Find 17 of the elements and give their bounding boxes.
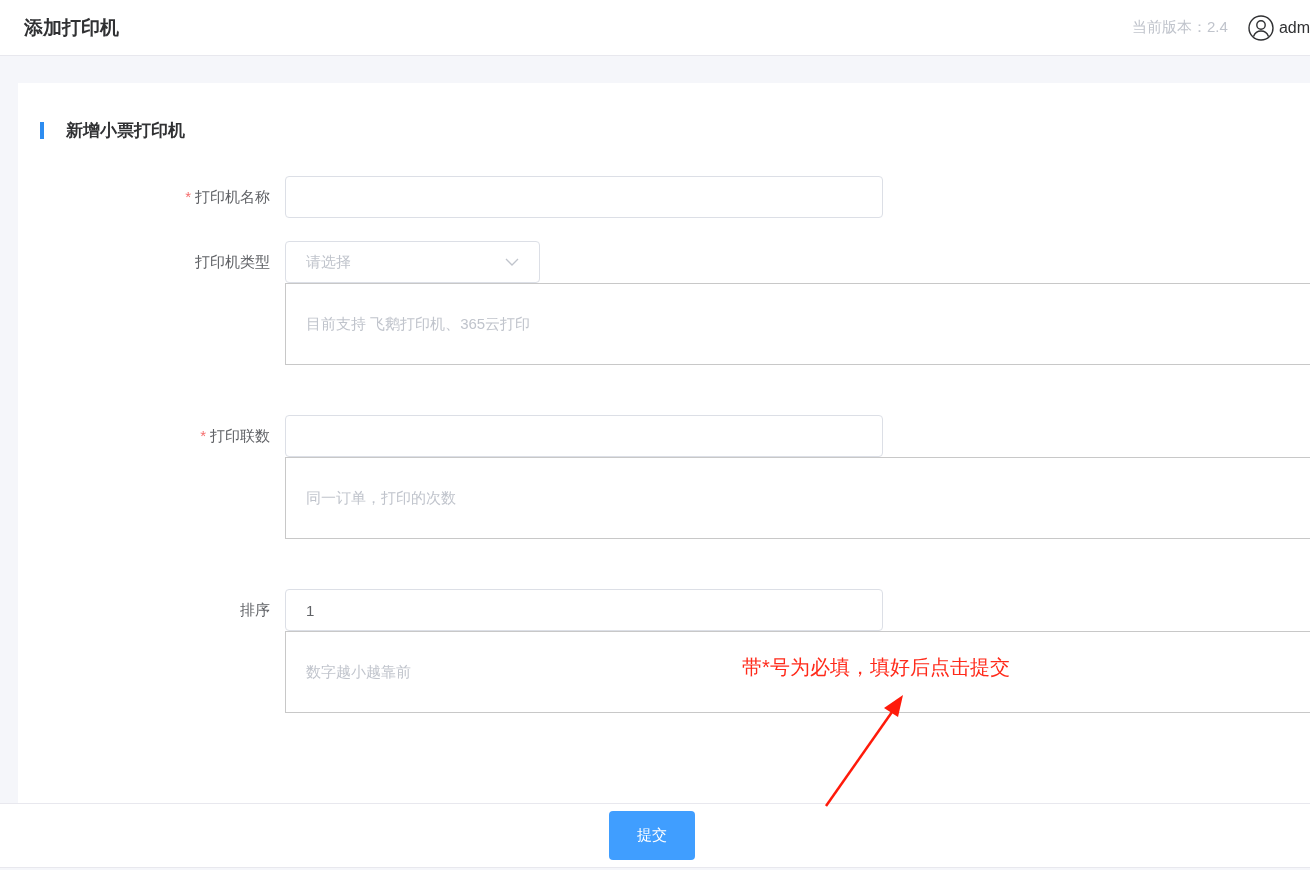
field-label: 打印机类型 <box>195 253 270 270</box>
field-label: 打印机名称 <box>195 188 270 205</box>
user-icon[interactable] <box>1247 14 1274 41</box>
hint-box: 目前支持 飞鹅打印机、365云打印 <box>285 283 1310 365</box>
section-title: 新增小票打印机 <box>66 120 185 142</box>
required-mark: * <box>200 427 206 444</box>
text-field[interactable] <box>285 176 883 218</box>
page-title: 添加打印机 <box>24 15 120 40</box>
user-name[interactable]: adm <box>1278 18 1310 37</box>
chevron-down-icon <box>505 258 519 266</box>
text-field[interactable]: 1 <box>285 589 883 631</box>
field-label: 排序 <box>240 601 270 618</box>
annotation-text: 带*号为必填，填好后点击提交 <box>742 655 1010 680</box>
version-label: 当前版本：2.4 <box>1132 18 1228 37</box>
text-field[interactable] <box>285 415 883 457</box>
field-label: 打印联数 <box>210 427 270 444</box>
required-mark: * <box>185 188 191 205</box>
